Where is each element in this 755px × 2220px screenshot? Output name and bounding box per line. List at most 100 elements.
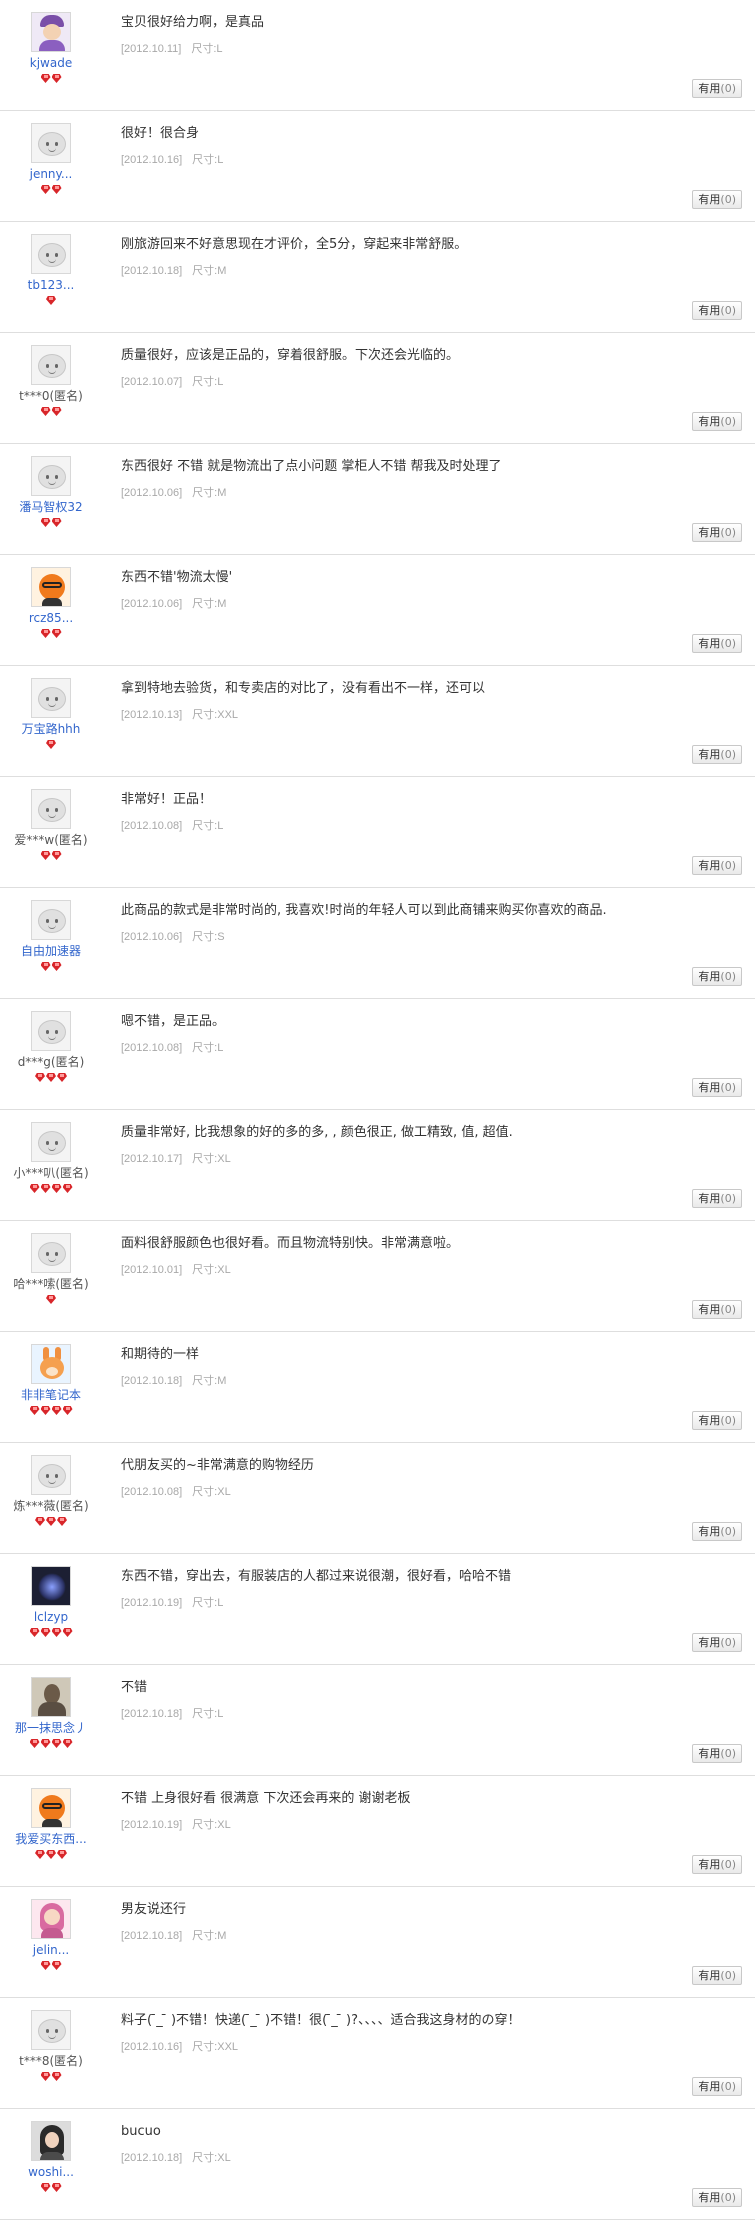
- review-size: 尺寸:XL: [192, 1819, 231, 1831]
- review-date: [2012.10.18]: [121, 1708, 183, 1720]
- reviewer-rating: [0, 296, 102, 306]
- useful-button[interactable]: 有用(0): [692, 2077, 742, 2096]
- avatar[interactable]: [31, 1344, 71, 1384]
- avatar[interactable]: [31, 567, 71, 607]
- rating-gem-icon: [29, 1628, 40, 1637]
- rating-gem-icon: [29, 1739, 40, 1748]
- review-meta: [2012.10.16] 尺寸:L: [121, 151, 741, 167]
- review-date: [2012.10.06]: [121, 931, 183, 943]
- reviewer-name[interactable]: 我爱买东西...: [0, 1832, 102, 1846]
- reviewer-rating: [0, 740, 102, 750]
- avatar[interactable]: [31, 678, 71, 718]
- useful-button[interactable]: 有用(0): [692, 1633, 742, 1652]
- review-meta: [2012.10.17] 尺寸:XL: [121, 1150, 741, 1166]
- review-meta: [2012.10.06] 尺寸:S: [121, 928, 741, 944]
- useful-button[interactable]: 有用(0): [692, 2188, 742, 2207]
- useful-label: 有用: [698, 1636, 721, 1649]
- reviewer-name[interactable]: 那一抹思念丿: [0, 1721, 102, 1735]
- useful-button[interactable]: 有用(0): [692, 634, 742, 653]
- rating-gem-icon: [62, 1184, 73, 1193]
- useful-count: (0): [720, 748, 736, 761]
- useful-button[interactable]: 有用(0): [692, 1855, 742, 1874]
- reviewer-name[interactable]: 万宝路hhh: [0, 722, 102, 736]
- useful-count: (0): [720, 637, 736, 650]
- review-size: 尺寸:XXL: [192, 2041, 239, 2053]
- avatar[interactable]: [31, 456, 71, 496]
- reviewer-name: 哈***嗦(匿名): [13, 1277, 89, 1291]
- review-text: 非常好！正品！: [121, 792, 213, 807]
- review-date: [2012.10.11]: [121, 43, 182, 55]
- avatar[interactable]: [31, 234, 71, 274]
- rating-gem-icon: [51, 629, 62, 638]
- reviewer-name[interactable]: 自由加速器: [0, 944, 102, 958]
- useful-button[interactable]: 有用(0): [692, 745, 742, 764]
- avatar[interactable]: [31, 2010, 71, 2050]
- reviewer-info: lclzyp: [0, 1566, 102, 1638]
- reviewer-name[interactable]: jenny...: [0, 167, 102, 181]
- avatar[interactable]: [31, 1566, 71, 1606]
- review-date: [2012.10.18]: [121, 1930, 183, 1942]
- reviewer-name[interactable]: kjwade: [0, 56, 102, 70]
- reviewer-rating: [0, 1961, 102, 1971]
- review-date: [2012.10.01]: [121, 1264, 183, 1276]
- avatar[interactable]: [31, 1122, 71, 1162]
- useful-count: (0): [720, 1858, 736, 1871]
- useful-count: (0): [720, 859, 736, 872]
- review-content: 男友说还行 [2012.10.18] 尺寸:M: [121, 1901, 741, 1943]
- review-item: 小***叭(匿名) 质量非常好, 比我想象的好的多的多, , 颜色很正, 做工精致…: [0, 1110, 755, 1221]
- review-content: 代朋友买的~非常满意的购物经历 [2012.10.08] 尺寸:XL: [121, 1457, 741, 1499]
- avatar[interactable]: [31, 900, 71, 940]
- review-date: [2012.10.18]: [121, 1375, 183, 1387]
- avatar[interactable]: [31, 2121, 71, 2161]
- reviewer-rating: [0, 1850, 102, 1860]
- reviewer-rating: [0, 851, 102, 861]
- rating-gem-icon: [57, 1073, 67, 1082]
- useful-button[interactable]: 有用(0): [692, 856, 742, 875]
- useful-button[interactable]: 有用(0): [692, 1300, 742, 1319]
- review-text: 嗯不错，是正品。: [121, 1014, 226, 1029]
- avatar[interactable]: [31, 12, 71, 52]
- avatar[interactable]: [31, 1899, 71, 1939]
- rating-gem-icon: [51, 74, 62, 83]
- useful-button[interactable]: 有用(0): [692, 1744, 742, 1763]
- useful-count: (0): [720, 1525, 736, 1538]
- review-item: 爱***w(匿名) 非常好！正品！ [2012.10.08] 尺寸:L 有用(0): [0, 777, 755, 888]
- useful-count: (0): [720, 82, 736, 95]
- reviewer-name[interactable]: woshi...: [0, 2165, 102, 2179]
- reviewer-name[interactable]: rcz85...: [0, 611, 102, 625]
- review-meta: [2012.10.18] 尺寸:M: [121, 1927, 741, 1943]
- review-meta: [2012.10.08] 尺寸:L: [121, 1039, 741, 1055]
- avatar[interactable]: [31, 1455, 71, 1495]
- useful-button[interactable]: 有用(0): [692, 79, 742, 98]
- avatar[interactable]: [31, 1233, 71, 1273]
- useful-button[interactable]: 有用(0): [692, 1966, 742, 1985]
- avatar[interactable]: [31, 123, 71, 163]
- reviewer-name[interactable]: lclzyp: [0, 1610, 102, 1624]
- useful-button[interactable]: 有用(0): [692, 1522, 742, 1541]
- avatar[interactable]: [31, 1677, 71, 1717]
- reviewer-name[interactable]: jelin...: [0, 1943, 102, 1957]
- rating-gem-icon: [35, 1073, 45, 1082]
- review-meta: [2012.10.08] 尺寸:L: [121, 817, 741, 833]
- avatar[interactable]: [31, 345, 71, 385]
- useful-button[interactable]: 有用(0): [692, 301, 742, 320]
- useful-button[interactable]: 有用(0): [692, 967, 742, 986]
- rating-gem-icon: [51, 2183, 62, 2192]
- useful-button[interactable]: 有用(0): [692, 1189, 742, 1208]
- reviewer-name[interactable]: tb123...: [0, 278, 102, 292]
- useful-label: 有用: [698, 1081, 721, 1094]
- avatar[interactable]: [31, 1011, 71, 1051]
- useful-button[interactable]: 有用(0): [692, 190, 742, 209]
- useful-button[interactable]: 有用(0): [692, 523, 742, 542]
- useful-button[interactable]: 有用(0): [692, 412, 742, 431]
- reviewer-name[interactable]: 非非笔记本: [0, 1388, 102, 1402]
- review-date: [2012.10.17]: [121, 1153, 183, 1165]
- avatar[interactable]: [31, 789, 71, 829]
- reviewer-info: 炼***薇(匿名): [0, 1455, 102, 1527]
- reviewer-name[interactable]: 潘马智权32: [0, 500, 102, 514]
- useful-button[interactable]: 有用(0): [692, 1078, 742, 1097]
- review-content: 宝贝很好给力啊，是真品 [2012.10.11] 尺寸:L: [121, 14, 741, 56]
- useful-button[interactable]: 有用(0): [692, 1411, 742, 1430]
- avatar[interactable]: [31, 1788, 71, 1828]
- review-size: 尺寸:M: [192, 1375, 227, 1387]
